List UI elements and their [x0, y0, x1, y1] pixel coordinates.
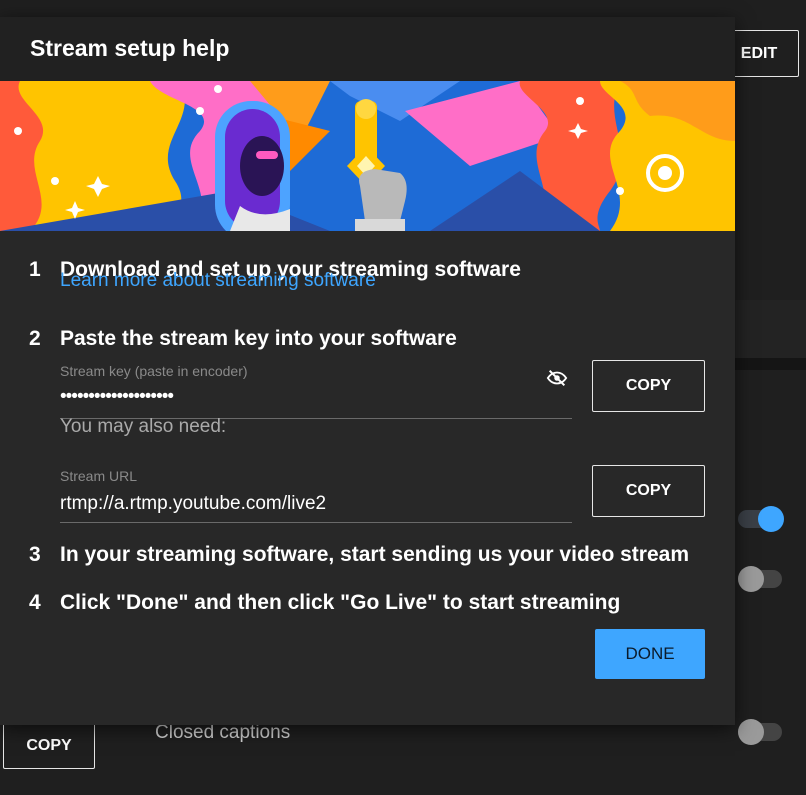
- toggle-knob: [738, 566, 764, 592]
- copy-stream-url-button[interactable]: COPY: [592, 465, 705, 517]
- toggle-knob: [738, 719, 764, 745]
- also-need-heading: You may also need:: [60, 416, 227, 437]
- step-3-text: In your streaming software, start sendin…: [60, 543, 689, 566]
- dialog-header: Stream setup help: [0, 17, 735, 81]
- step-2-text: Paste the stream key into your software: [60, 327, 457, 350]
- toggle-knob: [758, 506, 784, 532]
- toggle-1[interactable]: [738, 506, 784, 532]
- step-2-number: 2: [29, 327, 41, 350]
- stream-key-input[interactable]: ••••••••••••••••••••: [60, 386, 174, 408]
- step-4-text: Click "Done" and then click "Go Live" to…: [60, 591, 621, 614]
- stream-url-label: Stream URL: [60, 468, 138, 484]
- streaming-illustration: [0, 81, 735, 231]
- stream-key-label: Stream key (paste in encoder): [60, 363, 248, 379]
- done-button[interactable]: DONE: [595, 629, 705, 679]
- dialog-title: Stream setup help: [30, 35, 230, 61]
- stream-url-underline: [60, 522, 572, 523]
- background-divider: [735, 358, 806, 370]
- copy-stream-key-button[interactable]: COPY: [592, 360, 705, 412]
- learn-more-link[interactable]: Learn more about streaming software: [60, 270, 376, 292]
- background-panel: [735, 300, 806, 358]
- illustration-banner: [0, 81, 735, 231]
- eye-off-icon[interactable]: [544, 367, 570, 389]
- step-4-number: 4: [29, 591, 41, 614]
- step-1-number: 1: [29, 258, 41, 281]
- background-copy-button[interactable]: COPY: [3, 722, 95, 769]
- closed-captions-toggle[interactable]: [738, 719, 782, 745]
- step-3-number: 3: [29, 543, 41, 566]
- toggle-2[interactable]: [738, 566, 782, 592]
- closed-captions-label: Closed captions: [155, 722, 291, 743]
- stream-url-input[interactable]: rtmp://a.rtmp.youtube.com/live2: [60, 493, 326, 515]
